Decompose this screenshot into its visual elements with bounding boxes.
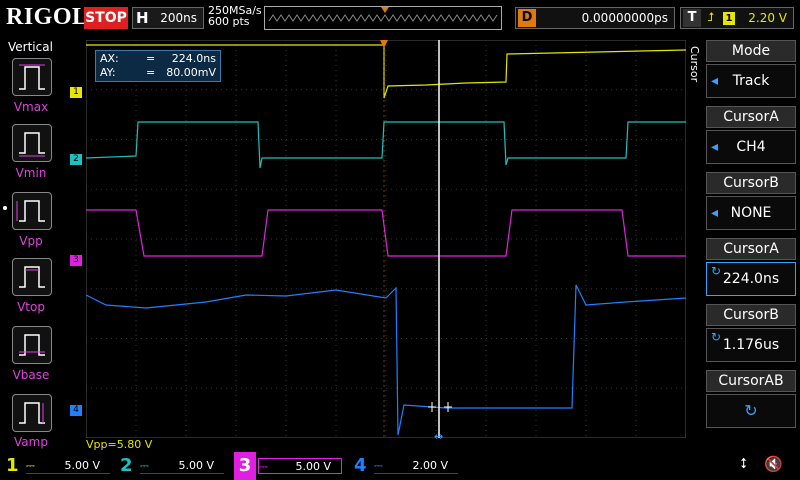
cursora-position-control[interactable]: ↻ 224.0ns <box>706 262 796 296</box>
trigger-box[interactable]: T ⮥ 1 2.20 V <box>680 7 794 29</box>
waveform-display[interactable] <box>85 39 687 439</box>
cursorab-title: CursorAB <box>706 370 796 392</box>
speaker-mute-icon[interactable]: 🔇 <box>764 455 783 473</box>
ch3-scale[interactable]: ⎓ 5.00 V <box>258 458 342 474</box>
vtop-button[interactable] <box>12 258 52 296</box>
cursorb-position-value: 1.176us <box>722 337 780 353</box>
waveform-overview <box>264 6 502 30</box>
trigger-label: T <box>683 9 701 27</box>
cursor-readout: AX: = 224.0ns AY: = 80.00mV <box>95 50 221 82</box>
vtop-icon <box>19 266 45 288</box>
ch1-scale-value: 5.00 V <box>64 459 100 472</box>
delay-box[interactable]: D 0.00000000ps <box>515 7 675 29</box>
vmax-icon <box>19 64 45 90</box>
ax-equals: = <box>146 52 156 65</box>
trigger-level: 2.20 V <box>748 11 787 25</box>
waveform-canvas <box>85 39 687 439</box>
trigger-source: 1 <box>723 12 735 25</box>
mode-value: Track <box>732 73 770 89</box>
ch1-scale[interactable]: ⎓ 5.00 V <box>26 458 110 474</box>
usb-icon: ⭥ <box>740 456 748 472</box>
ay-label: AY: <box>100 66 116 79</box>
vtop-label: Vtop <box>17 300 45 314</box>
cursorb-source-value: NONE <box>730 205 772 221</box>
rigol-logo: RIGOL <box>6 4 89 30</box>
ch4-scale[interactable]: ⎓ 2.00 V <box>374 458 458 474</box>
vpp-button[interactable] <box>12 192 52 230</box>
delay-label: D <box>518 9 536 27</box>
overview-wave-icon <box>268 7 498 22</box>
ch3-ground-marker[interactable]: 3 <box>70 255 82 266</box>
ch3-number[interactable]: 3 <box>234 452 256 480</box>
ay-value: 80.00mV <box>166 66 216 79</box>
left-arrow-icon: ◂ <box>711 73 719 89</box>
rising-edge-icon: ⮥ <box>707 10 715 24</box>
vamp-label: Vamp <box>14 435 48 449</box>
vpp-measurement: Vpp=5.80 V <box>86 438 153 451</box>
rotate-knob-icon: ↻ <box>744 401 758 420</box>
vmax-label: Vmax <box>13 100 49 114</box>
vbase-icon <box>19 334 45 356</box>
cursora-source-selector[interactable]: ◂ CH4 <box>706 130 796 164</box>
ch1-number[interactable]: 1 <box>6 452 19 480</box>
vmin-label: Vmin <box>15 166 47 180</box>
ch2-scale-value: 5.00 V <box>178 459 214 472</box>
ch2-scale[interactable]: ⎓ 5.00 V <box>140 458 224 474</box>
cursorb-source-selector[interactable]: ◂ NONE <box>706 196 796 230</box>
ch1-ground-marker[interactable]: 1 <box>70 87 82 98</box>
selected-marker <box>3 206 7 210</box>
rotate-knob-icon: ↻ <box>711 330 722 344</box>
vpp-icon <box>16 200 45 222</box>
dc-coupling-icon: ⎓ <box>259 460 268 473</box>
vbase-button[interactable] <box>12 326 52 364</box>
ch4-number[interactable]: 4 <box>354 452 367 480</box>
ch4-scale-value: 2.00 V <box>412 459 448 472</box>
cursora-position-value: 224.0ns <box>722 271 780 287</box>
cursorb-source-title: CursorB <box>706 172 796 194</box>
vmax-button[interactable] <box>12 58 52 96</box>
memory-depth: 600 pts <box>208 15 250 28</box>
dc-coupling-icon: ⎓ <box>26 459 35 472</box>
timebase-box[interactable]: H 200ns <box>132 7 204 29</box>
cursora-source-value: CH4 <box>736 139 766 155</box>
acquisition-info: 250MSa/s 600 pts <box>208 5 262 27</box>
vmin-icon <box>19 132 45 157</box>
ax-label: AX: <box>100 52 119 65</box>
vbase-label: Vbase <box>12 368 50 382</box>
cursor-menu-label: Cursor <box>688 46 701 83</box>
dc-coupling-icon: ⎓ <box>374 459 383 472</box>
vamp-icon <box>19 402 45 424</box>
left-arrow-icon: ◂ <box>711 205 719 221</box>
vamp-button[interactable] <box>12 394 52 432</box>
cursorb-position-control[interactable]: ↻ 1.176us <box>706 328 796 362</box>
ch3-scale-value: 5.00 V <box>295 460 331 473</box>
delay-value: 0.00000000ps <box>581 11 668 25</box>
dc-coupling-icon: ⎓ <box>140 459 149 472</box>
mode-title: Mode <box>706 40 796 62</box>
vertical-menu-title: Vertical <box>8 40 53 54</box>
cursor-position-arrow-icon: ↔ <box>434 430 444 443</box>
cursorab-control[interactable]: ↻ <box>706 394 796 428</box>
run-stop-badge[interactable]: STOP <box>84 7 128 29</box>
rotate-knob-icon: ↻ <box>711 264 722 278</box>
ax-value: 224.0ns <box>171 52 216 65</box>
vpp-label: Vpp <box>19 234 43 248</box>
vmin-button[interactable] <box>12 124 52 162</box>
mode-selector[interactable]: ◂ Track <box>706 64 796 98</box>
timebase-value: 200ns <box>160 11 197 25</box>
ch2-ground-marker[interactable]: 2 <box>70 154 82 165</box>
ay-equals: = <box>146 66 156 79</box>
ch2-number[interactable]: 2 <box>120 452 133 480</box>
timebase-label: H <box>136 9 149 27</box>
ch4-ground-marker[interactable]: 4 <box>70 405 82 416</box>
left-arrow-icon: ◂ <box>711 139 719 155</box>
cursora-source-title: CursorA <box>706 106 796 128</box>
